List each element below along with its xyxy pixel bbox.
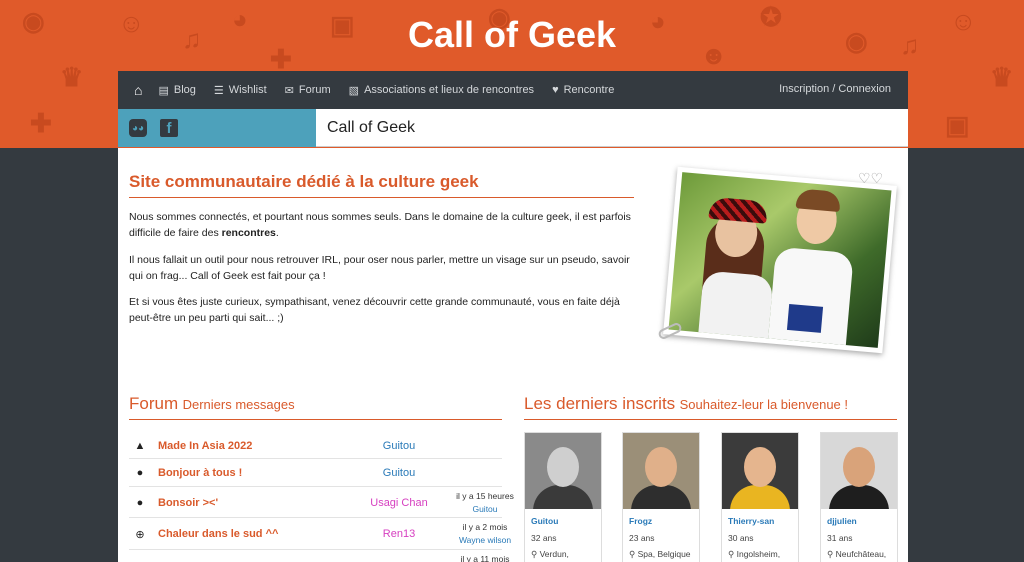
login-link[interactable]: Inscription / Connexion xyxy=(779,83,891,95)
nav-wishlist[interactable]: ☰ Wishlist xyxy=(214,84,267,97)
map-marker-icon: ⚲ xyxy=(531,549,538,559)
nav-rencontre[interactable]: ♥ Rencontre xyxy=(552,84,614,96)
main-navbar: ⌂ ▤ Blog ☰ Wishlist ✉ Forum ▧ Associatio… xyxy=(118,71,908,109)
discord-icon[interactable]: ◕◕ xyxy=(129,119,147,137)
social-bar: ◕◕ f xyxy=(118,109,316,147)
couple-photo xyxy=(663,166,897,354)
members-section-title: Les derniers inscrits Souhaitez-leur la … xyxy=(524,394,897,420)
newspaper-icon: ▤ xyxy=(158,84,169,97)
forum-section-title: Forum Derniers messages xyxy=(129,394,502,420)
page-title-bar: Call of Geek xyxy=(316,109,908,147)
intro-paragraph-3: Et si vous êtes juste curieux, sympathis… xyxy=(129,296,620,324)
intro-paragraph-2: Il nous fallait un outil pour nous retro… xyxy=(129,254,630,282)
intro-paragraph-1: Nous sommes connectés, et pourtant nous … xyxy=(129,211,631,239)
member-card[interactable]: Thierry-san 30 ans ⚲ Ingolsheim, xyxy=(721,432,799,562)
forum-row-meta: il y a 2 mois Wayne wilson xyxy=(458,522,512,545)
avatar xyxy=(525,433,601,509)
site-title: Call of Geek xyxy=(407,14,617,55)
nav-associations[interactable]: ▧ Associations et lieux de rencontres xyxy=(349,84,534,97)
member-card[interactable]: djjulien 31 ans ⚲ Neufchâteau, xyxy=(820,432,898,562)
list-icon: ☰ xyxy=(213,84,224,97)
map-marker-icon: ⚲ xyxy=(827,549,834,559)
avatar xyxy=(722,433,798,509)
nav-blog[interactable]: ▤ Blog xyxy=(158,84,195,97)
avatar xyxy=(821,433,897,509)
avatar xyxy=(623,433,699,509)
forum-row[interactable]: il y a 11 mois xyxy=(129,550,510,562)
comments-icon: ✉ xyxy=(284,84,294,97)
paperclip-icon xyxy=(657,321,683,341)
member-card[interactable]: Guitou 32 ans ⚲ Verdun, xyxy=(524,432,602,562)
forum-row[interactable]: ⊕ Chaleur dans le sud ^^ Ren13 il y a 2 … xyxy=(129,518,511,550)
user-icon: ● xyxy=(136,497,144,509)
forum-row[interactable]: ● Bonsoir ><' Usagi Chan il y a 15 heure… xyxy=(129,487,514,518)
road-icon: ▲ xyxy=(134,440,146,452)
forum-row[interactable]: ● Bonjour à tous ! Guitou xyxy=(129,459,502,487)
map-icon: ▧ xyxy=(348,84,360,97)
member-card[interactable]: Frogz 23 ans ⚲ Spa, Belgique xyxy=(622,432,700,562)
map-marker-icon: ⚲ xyxy=(728,549,735,559)
globe-icon: ⊕ xyxy=(135,529,145,541)
main-content: Site communautaire dédié à la culture ge… xyxy=(118,148,908,562)
map-marker-icon: ⚲ xyxy=(629,549,636,559)
intro-title: Site communautaire dédié à la culture ge… xyxy=(129,172,634,198)
forum-row[interactable]: ▲ Made In Asia 2022 Guitou xyxy=(129,432,502,459)
home-icon[interactable]: ⌂ xyxy=(134,82,142,98)
facebook-icon[interactable]: f xyxy=(160,119,178,137)
heart-icon: ♥ xyxy=(552,84,559,96)
nav-forum[interactable]: ✉ Forum xyxy=(285,84,331,97)
forum-row-meta: il y a 11 mois xyxy=(460,554,510,562)
user-icon: ● xyxy=(136,467,144,479)
forum-row-meta: il y a 15 heures Guitou xyxy=(456,491,514,514)
page-title: Call of Geek xyxy=(327,118,416,136)
